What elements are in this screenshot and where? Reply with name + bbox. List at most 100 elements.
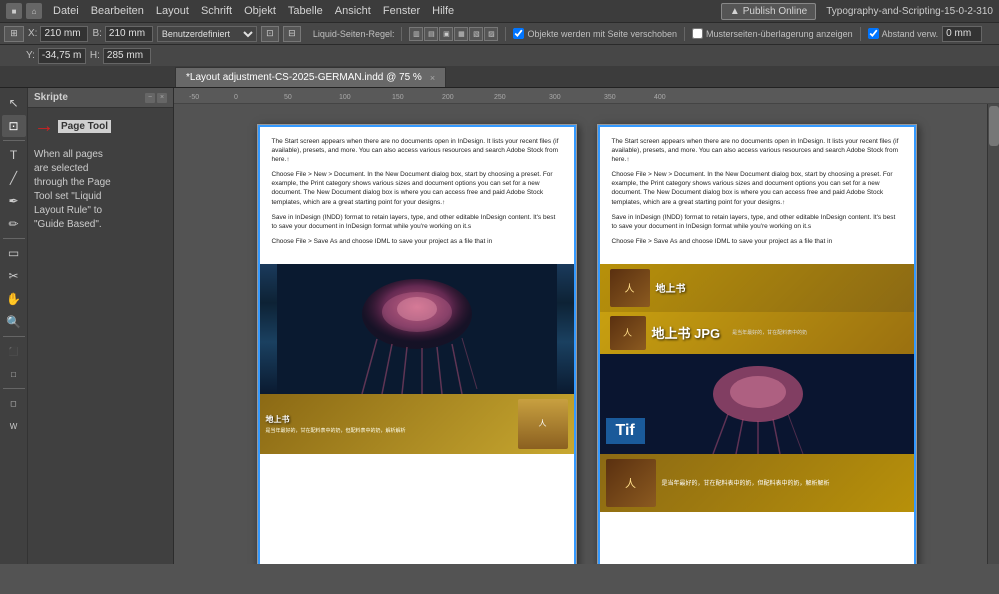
preview-mode[interactable]: W <box>2 415 26 437</box>
annotation-line5: Layout Rule" to <box>34 205 102 216</box>
icon-btn-1[interactable]: ⊡ <box>261 26 279 42</box>
menu-datei[interactable]: Datei <box>48 3 84 19</box>
pen-tool[interactable]: ✒ <box>2 190 26 212</box>
muster-checkbox[interactable] <box>692 28 703 39</box>
ruler-tick-100: 100 <box>339 94 351 101</box>
align-btn-2[interactable]: ▤ <box>424 27 438 41</box>
alignment-buttons: ▥ ▤ ▣ ▦ ▧ ▨ <box>409 27 498 41</box>
page-left-portrait: 人 <box>518 399 568 449</box>
align-btn-3[interactable]: ▣ <box>439 27 453 41</box>
abstand-value-input[interactable] <box>942 26 982 42</box>
grid-view-button[interactable]: ⊞ <box>4 26 24 42</box>
ruler-tick-350: 350 <box>604 94 616 101</box>
b-input[interactable] <box>105 26 153 42</box>
tab-bar: *Layout adjustment-CS-2025-GERMAN.indd @… <box>0 66 999 88</box>
page-right-banner1-portrait: 人 <box>610 269 650 307</box>
menu-layout[interactable]: Layout <box>151 3 194 19</box>
abstand-label: Abstand verw. <box>882 29 939 39</box>
x-label: X: <box>28 28 37 39</box>
canvas-area[interactable]: -50 0 50 100 150 200 250 300 350 400 1 T… <box>174 88 999 564</box>
menu-objekt[interactable]: Objekt <box>239 3 281 19</box>
normal-mode[interactable]: ◻ <box>2 392 26 414</box>
panel-close[interactable]: × <box>157 93 167 103</box>
y-input[interactable] <box>38 48 86 64</box>
options-bar: ⊞ X: B: Benutzerdefiniert ⊡ ⊟ Liquid-Sei… <box>0 22 999 44</box>
page-right-text4: Choose File > Save As and choose IDML to… <box>612 237 902 246</box>
align-btn-5[interactable]: ▧ <box>469 27 483 41</box>
page-right[interactable]: 2 The Start screen appears when there ar… <box>597 124 917 564</box>
select-tool[interactable]: ↖ <box>2 92 26 114</box>
page-tool[interactable]: ⊡ <box>2 115 26 137</box>
annotation-text: When all pages are selected through the … <box>34 148 167 232</box>
align-btn-6[interactable]: ▨ <box>484 27 498 41</box>
ruler-tick-200: 200 <box>442 94 454 101</box>
separator-1 <box>401 27 402 41</box>
type-tool[interactable]: T <box>2 144 26 166</box>
menu-bar: ■ ⌂ Datei Bearbeiten Layout Schrift Obje… <box>0 0 999 22</box>
menu-schrift[interactable]: Schrift <box>196 3 237 19</box>
tab-label: *Layout adjustment-CS-2025-GERMAN.indd @… <box>186 72 422 83</box>
hand-tool[interactable]: ✋ <box>2 288 26 310</box>
objekte-checkbox[interactable] <box>513 28 524 39</box>
menu-bearbeiten[interactable]: Bearbeiten <box>86 3 149 19</box>
tool-separator-4 <box>3 388 25 389</box>
page-left-banner-caption: 是当年最好的，甘在配料表中的奶，但配料表中的奶，解析解析 <box>266 427 406 434</box>
publish-icon: ▲ <box>730 6 740 17</box>
pencil-tool[interactable]: ✏ <box>2 213 26 235</box>
b-position-group: B: <box>92 26 152 42</box>
page-right-text3: Save in InDesign (INDD) format to retain… <box>612 213 902 231</box>
scroll-thumb[interactable] <box>989 106 999 146</box>
liquid-rule-label: Liquid-Seiten-Regel: <box>313 29 395 39</box>
panel-controls: − × <box>145 93 167 103</box>
page-right-bottom-banner: 人 是当年最好的，甘在配料表中的奶，但配料表中的奶，解析解析 <box>598 454 916 512</box>
tools-panel: ↖ ⊡ T ╱ ✒ ✏ ▭ ✂ ✋ 🔍 ⬛ □ ◻ W <box>0 88 28 564</box>
page-left-text3: Save in InDesign (INDD) format to retain… <box>272 213 562 231</box>
separator-3 <box>684 27 685 41</box>
page-right-banner2-content: 人 地上书 JPG 是当年最好的，甘在配料表中的奶 <box>602 312 912 354</box>
page-left[interactable]: 1 The Start screen appears when there ar… <box>257 124 577 564</box>
page-right-bottom-portrait: 人 <box>606 459 656 507</box>
menu-hilfe[interactable]: Hilfe <box>427 3 459 19</box>
abstand-checkbox-group: Abstand verw. <box>868 28 939 39</box>
page-right-banner1-content: 人 地上书 <box>602 265 912 311</box>
page-right-banner2-caption: 是当年最好的，甘在配料表中的奶 <box>732 329 807 336</box>
ruler-tick-0: 0 <box>234 94 238 101</box>
menu-ansicht[interactable]: Ansicht <box>330 3 376 19</box>
abstand-checkbox[interactable] <box>868 28 879 39</box>
page-right-tif-section: Tif <box>598 354 916 454</box>
line-tool[interactable]: ╱ <box>2 167 26 189</box>
publish-online-button[interactable]: ▲ Publish Online <box>721 3 816 20</box>
page-left-text4: Choose File > Save As and choose IDML to… <box>272 237 562 246</box>
jellyfish-svg <box>277 264 557 394</box>
align-btn-1[interactable]: ▥ <box>409 27 423 41</box>
annotation-area: → Page Tool When all pages are selected … <box>28 108 173 240</box>
menu-tabelle[interactable]: Tabelle <box>283 3 328 19</box>
document-tab[interactable]: *Layout adjustment-CS-2025-GERMAN.indd @… <box>175 67 446 87</box>
vertical-scrollbar[interactable] <box>987 104 999 564</box>
fill-color[interactable]: ⬛ <box>2 340 26 362</box>
layout-dropdown[interactable]: Benutzerdefiniert <box>157 26 257 42</box>
tool-separator-1 <box>3 140 25 141</box>
annotation-line6: "Guide Based". <box>34 219 102 230</box>
panel-minimize[interactable]: − <box>145 93 155 103</box>
menu-fenster[interactable]: Fenster <box>378 3 425 19</box>
canvas-content: 1 The Start screen appears when there ar… <box>174 104 999 564</box>
h-input[interactable] <box>103 48 151 64</box>
x-input[interactable] <box>40 26 88 42</box>
x-position-group: X: <box>28 26 88 42</box>
stroke-color[interactable]: □ <box>2 363 26 385</box>
tif-text: Tif <box>616 422 635 439</box>
rect-tool[interactable]: ▭ <box>2 242 26 264</box>
page-left-bottom-banner: 地上书 是当年最好的，甘在配料表中的奶，但配料表中的奶，解析解析 人 <box>258 394 576 454</box>
separator-2 <box>505 27 506 41</box>
zoom-tool[interactable]: 🔍 <box>2 311 26 333</box>
home-icon[interactable]: ⌂ <box>26 3 42 19</box>
page-right-text1: The Start screen appears when there are … <box>612 137 902 164</box>
page-left-banner-title: 地上书 <box>266 414 406 425</box>
scissors-tool[interactable]: ✂ <box>2 265 26 287</box>
icon-btn-2[interactable]: ⊟ <box>283 26 301 42</box>
tab-close-button[interactable]: × <box>430 73 435 83</box>
align-btn-4[interactable]: ▦ <box>454 27 468 41</box>
options-bar-2: Y: H: <box>0 44 999 66</box>
page-left-text1: The Start screen appears when there are … <box>272 137 562 164</box>
